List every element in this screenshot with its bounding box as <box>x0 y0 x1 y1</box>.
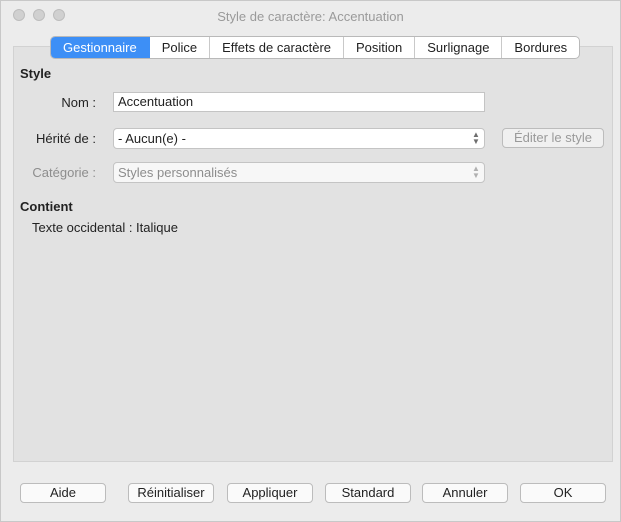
name-label: Nom : <box>61 95 96 110</box>
contains-section-title: Contient <box>20 199 73 214</box>
cancel-button[interactable]: Annuler <box>422 483 508 503</box>
select-stepper-icon: ▲ ▼ <box>472 130 480 146</box>
tab-position[interactable]: Position <box>344 37 416 58</box>
help-button[interactable]: Aide <box>20 483 106 503</box>
tab-effets-de-caractere[interactable]: Effets de caractère <box>210 37 345 58</box>
tab-police[interactable]: Police <box>150 37 211 58</box>
window-title: Style de caractère: Accentuation <box>217 9 404 24</box>
tab-surlignage[interactable]: Surlignage <box>415 37 503 58</box>
tab-bordures[interactable]: Bordures <box>502 37 579 58</box>
style-section-title: Style <box>20 66 52 81</box>
category-select[interactable]: Styles personnalisés ▲ ▼ <box>113 162 485 183</box>
inherit-select-value: - Aucun(e) - <box>118 131 186 146</box>
inherit-select[interactable]: - Aucun(e) - ▲ ▼ <box>113 128 485 149</box>
standard-button[interactable]: Standard <box>325 483 411 503</box>
select-stepper-icon: ▲ ▼ <box>472 164 480 180</box>
title-bar: Style de caractère: Accentuation <box>1 1 620 31</box>
edit-style-button[interactable]: Éditer le style <box>502 128 604 148</box>
category-label: Catégorie : <box>32 165 96 180</box>
name-field[interactable]: Accentuation <box>113 92 485 112</box>
tab-bar: Gestionnaire Police Effets de caractère … <box>50 36 581 59</box>
contains-text: Texte occidental : Italique <box>32 220 178 235</box>
inherit-label: Hérité de : <box>36 131 96 146</box>
reset-button[interactable]: Réinitialiser <box>128 483 214 503</box>
ok-button[interactable]: OK <box>520 483 606 503</box>
character-style-dialog: Style de caractère: Accentuation Gestion… <box>0 0 621 522</box>
category-select-value: Styles personnalisés <box>118 165 238 180</box>
tab-gestionnaire[interactable]: Gestionnaire <box>51 37 150 58</box>
apply-button[interactable]: Appliquer <box>227 483 313 503</box>
